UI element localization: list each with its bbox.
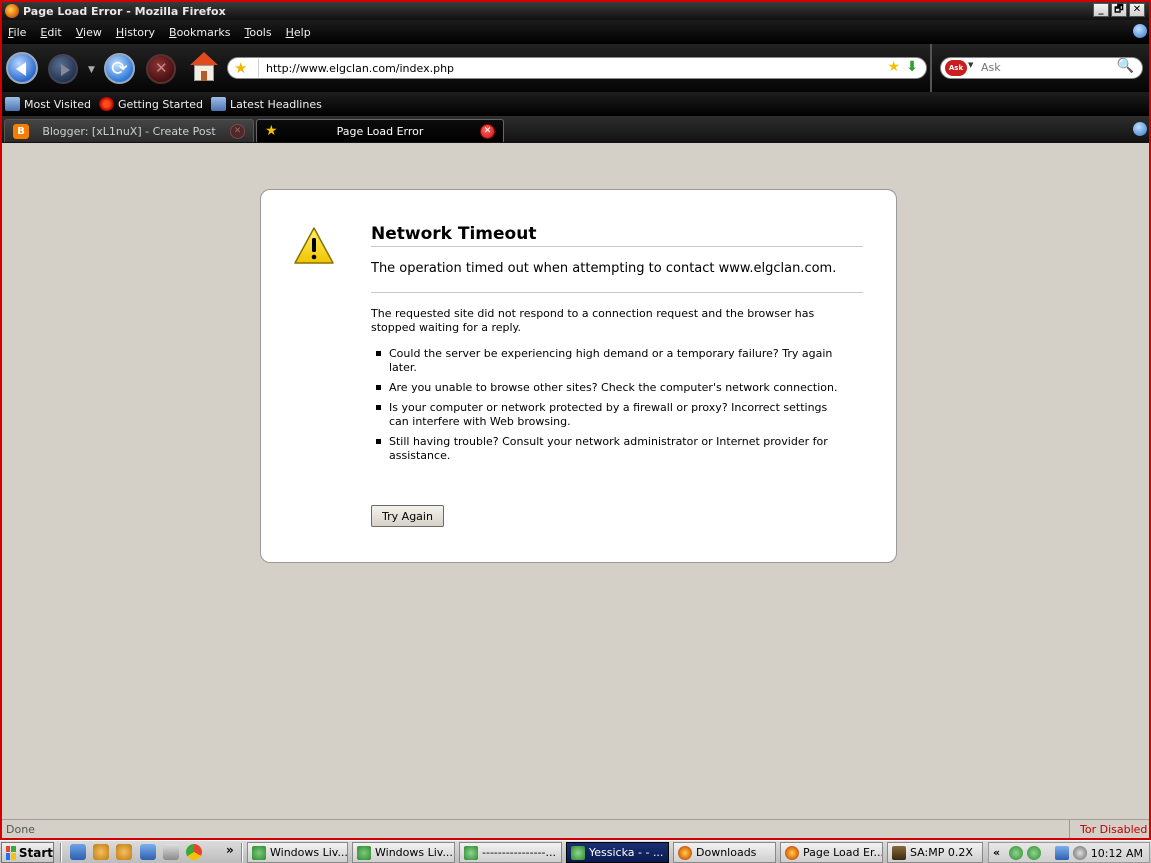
messenger-icon[interactable] (93, 844, 109, 860)
messenger-tray-icon[interactable] (1009, 846, 1023, 860)
samp-icon (892, 845, 906, 860)
stop-icon[interactable] (146, 54, 176, 84)
bookmark-star-icon[interactable]: ★ (887, 59, 900, 75)
forward-icon[interactable] (48, 54, 78, 84)
system-tray: « 10:12 AM (988, 842, 1150, 863)
home-icon[interactable] (190, 52, 218, 84)
messenger-icon[interactable] (116, 844, 132, 860)
title-bar[interactable]: Page Load Error - Mozilla Firefox _ 🗗 ✕ (2, 2, 1149, 20)
menu-bookmarks[interactable]: Bookmarks (169, 26, 230, 39)
windows-logo-icon (6, 845, 16, 860)
quicklaunch-overflow-icon[interactable]: » (226, 843, 234, 857)
volume-icon[interactable] (1073, 846, 1087, 860)
taskbar-button[interactable]: Downloads (673, 842, 776, 863)
bookmark-latest-headlines[interactable]: Latest Headlines (211, 97, 322, 111)
menu-edit[interactable]: Edit (40, 26, 61, 39)
error-long-description: The requested site did not respond to a … (371, 307, 815, 334)
list-item: Could the server be experiencing high de… (371, 347, 841, 375)
list-item: Still having trouble? Consult your netwo… (371, 435, 841, 463)
firefox-window: Page Load Error - Mozilla Firefox _ 🗗 ✕ … (0, 0, 1151, 840)
minimize-button[interactable]: _ (1093, 3, 1109, 17)
tab-strip: B Blogger: [xL1nuX] - Create Post ✕ ★ Pa… (2, 116, 1149, 143)
history-dropdown-icon[interactable]: ▼ (88, 65, 95, 75)
list-item: Is your computer or network protected by… (371, 401, 841, 429)
messenger-tray-icon[interactable] (1027, 846, 1041, 860)
chrome-icon[interactable] (186, 844, 202, 860)
taskbar-button[interactable]: Windows Liv... (247, 842, 348, 863)
warning-icon (293, 226, 335, 266)
url-bar[interactable]: ★ http://www.elgclan.com/index.php ★ ⬇ (227, 57, 927, 79)
magnifier-icon[interactable]: 🔍 (1117, 58, 1134, 74)
search-engine-icon[interactable]: Ask (945, 60, 967, 76)
tab-blogger[interactable]: B Blogger: [xL1nuX] - Create Post ✕ (4, 119, 254, 142)
menu-bar: File Edit View History Bookmarks Tools H… (2, 20, 1149, 44)
bookmark-getting-started[interactable]: Getting Started (98, 97, 203, 111)
menu-file[interactable]: File (8, 26, 26, 39)
tray-expand-icon[interactable]: « (993, 846, 1000, 859)
clock[interactable]: 10:12 AM (1091, 847, 1143, 860)
network-tray-icon[interactable] (1055, 846, 1069, 860)
tab-close-icon[interactable]: ✕ (230, 124, 245, 139)
firefox-icon (785, 845, 799, 860)
search-box[interactable]: Ask ▼ 🔍 (940, 57, 1143, 79)
messenger-contact-icon (571, 845, 585, 860)
tab-list-icon[interactable] (1133, 122, 1147, 136)
activity-globe-icon (1133, 24, 1147, 38)
try-again-button[interactable]: Try Again (371, 505, 444, 527)
taskbar-button[interactable]: Yessicka - - ... (566, 842, 669, 863)
tab-label: Page Load Error (336, 125, 424, 138)
messenger-contact-icon (464, 845, 478, 860)
firefox-bookmark-icon (98, 97, 114, 111)
page-content: Network Timeout The operation timed out … (2, 143, 1149, 819)
menu-tools[interactable]: Tools (244, 26, 271, 39)
back-icon[interactable] (6, 52, 38, 84)
status-bar: Done Tor Disabled (2, 819, 1149, 838)
network-icon[interactable] (140, 844, 156, 860)
go-icon[interactable]: ⬇ (906, 59, 918, 75)
engine-dropdown-icon[interactable]: ▼ (968, 61, 973, 69)
taskbar-button[interactable]: ----------------... (459, 842, 562, 863)
taskbar-button[interactable]: Windows Liv... (352, 842, 455, 863)
list-item: Are you unable to browse other sites? Ch… (371, 381, 841, 395)
restore-button[interactable]: 🗗 (1111, 3, 1127, 17)
error-title: Network Timeout (371, 224, 863, 247)
messenger-window-icon (252, 845, 266, 860)
menu-history[interactable]: History (116, 26, 155, 39)
bookmark-most-visited[interactable]: Most Visited (5, 97, 91, 111)
folder-icon (5, 97, 20, 111)
taskbar: Start » Windows Liv... Windows Liv... --… (0, 840, 1151, 863)
window-switch-icon[interactable] (163, 844, 179, 860)
firefox-icon (5, 4, 19, 18)
window-title: Page Load Error - Mozilla Firefox (23, 4, 226, 18)
tab-label: Blogger: [xL1nuX] - Create Post (42, 125, 216, 138)
live-bookmark-icon (211, 97, 226, 111)
tor-status[interactable]: Tor Disabled (1069, 820, 1149, 838)
url-text[interactable]: http://www.elgclan.com/index.php (266, 62, 454, 75)
bookmarks-toolbar: Most Visited Getting Started Latest Head… (2, 92, 1149, 116)
reload-icon[interactable] (104, 53, 135, 84)
menu-help[interactable]: Help (286, 26, 311, 39)
taskbar-button[interactable]: Page Load Er... (780, 842, 883, 863)
error-suggestions: Could the server be experiencing high de… (371, 347, 841, 469)
site-favicon-star-icon: ★ (234, 59, 248, 77)
error-page-container: Network Timeout The operation timed out … (260, 189, 897, 563)
tab-close-icon[interactable]: ✕ (480, 124, 495, 139)
search-input[interactable] (981, 61, 1111, 74)
show-desktop-icon[interactable] (70, 844, 86, 860)
messenger-window-icon (357, 845, 371, 860)
menu-view[interactable]: View (76, 26, 102, 39)
taskbar-button[interactable]: SA:MP 0.2X (887, 842, 983, 863)
navigation-toolbar: ▼ ★ http://www.elgclan.com/index.php ★ ⬇… (2, 44, 1149, 92)
status-text: Done (6, 823, 35, 836)
firefox-icon (678, 845, 692, 860)
tab-page-load-error[interactable]: ★ Page Load Error ✕ (256, 119, 504, 142)
error-short-description: The operation timed out when attempting … (371, 261, 837, 276)
close-button[interactable]: ✕ (1129, 3, 1145, 17)
start-button[interactable]: Start (1, 842, 54, 863)
